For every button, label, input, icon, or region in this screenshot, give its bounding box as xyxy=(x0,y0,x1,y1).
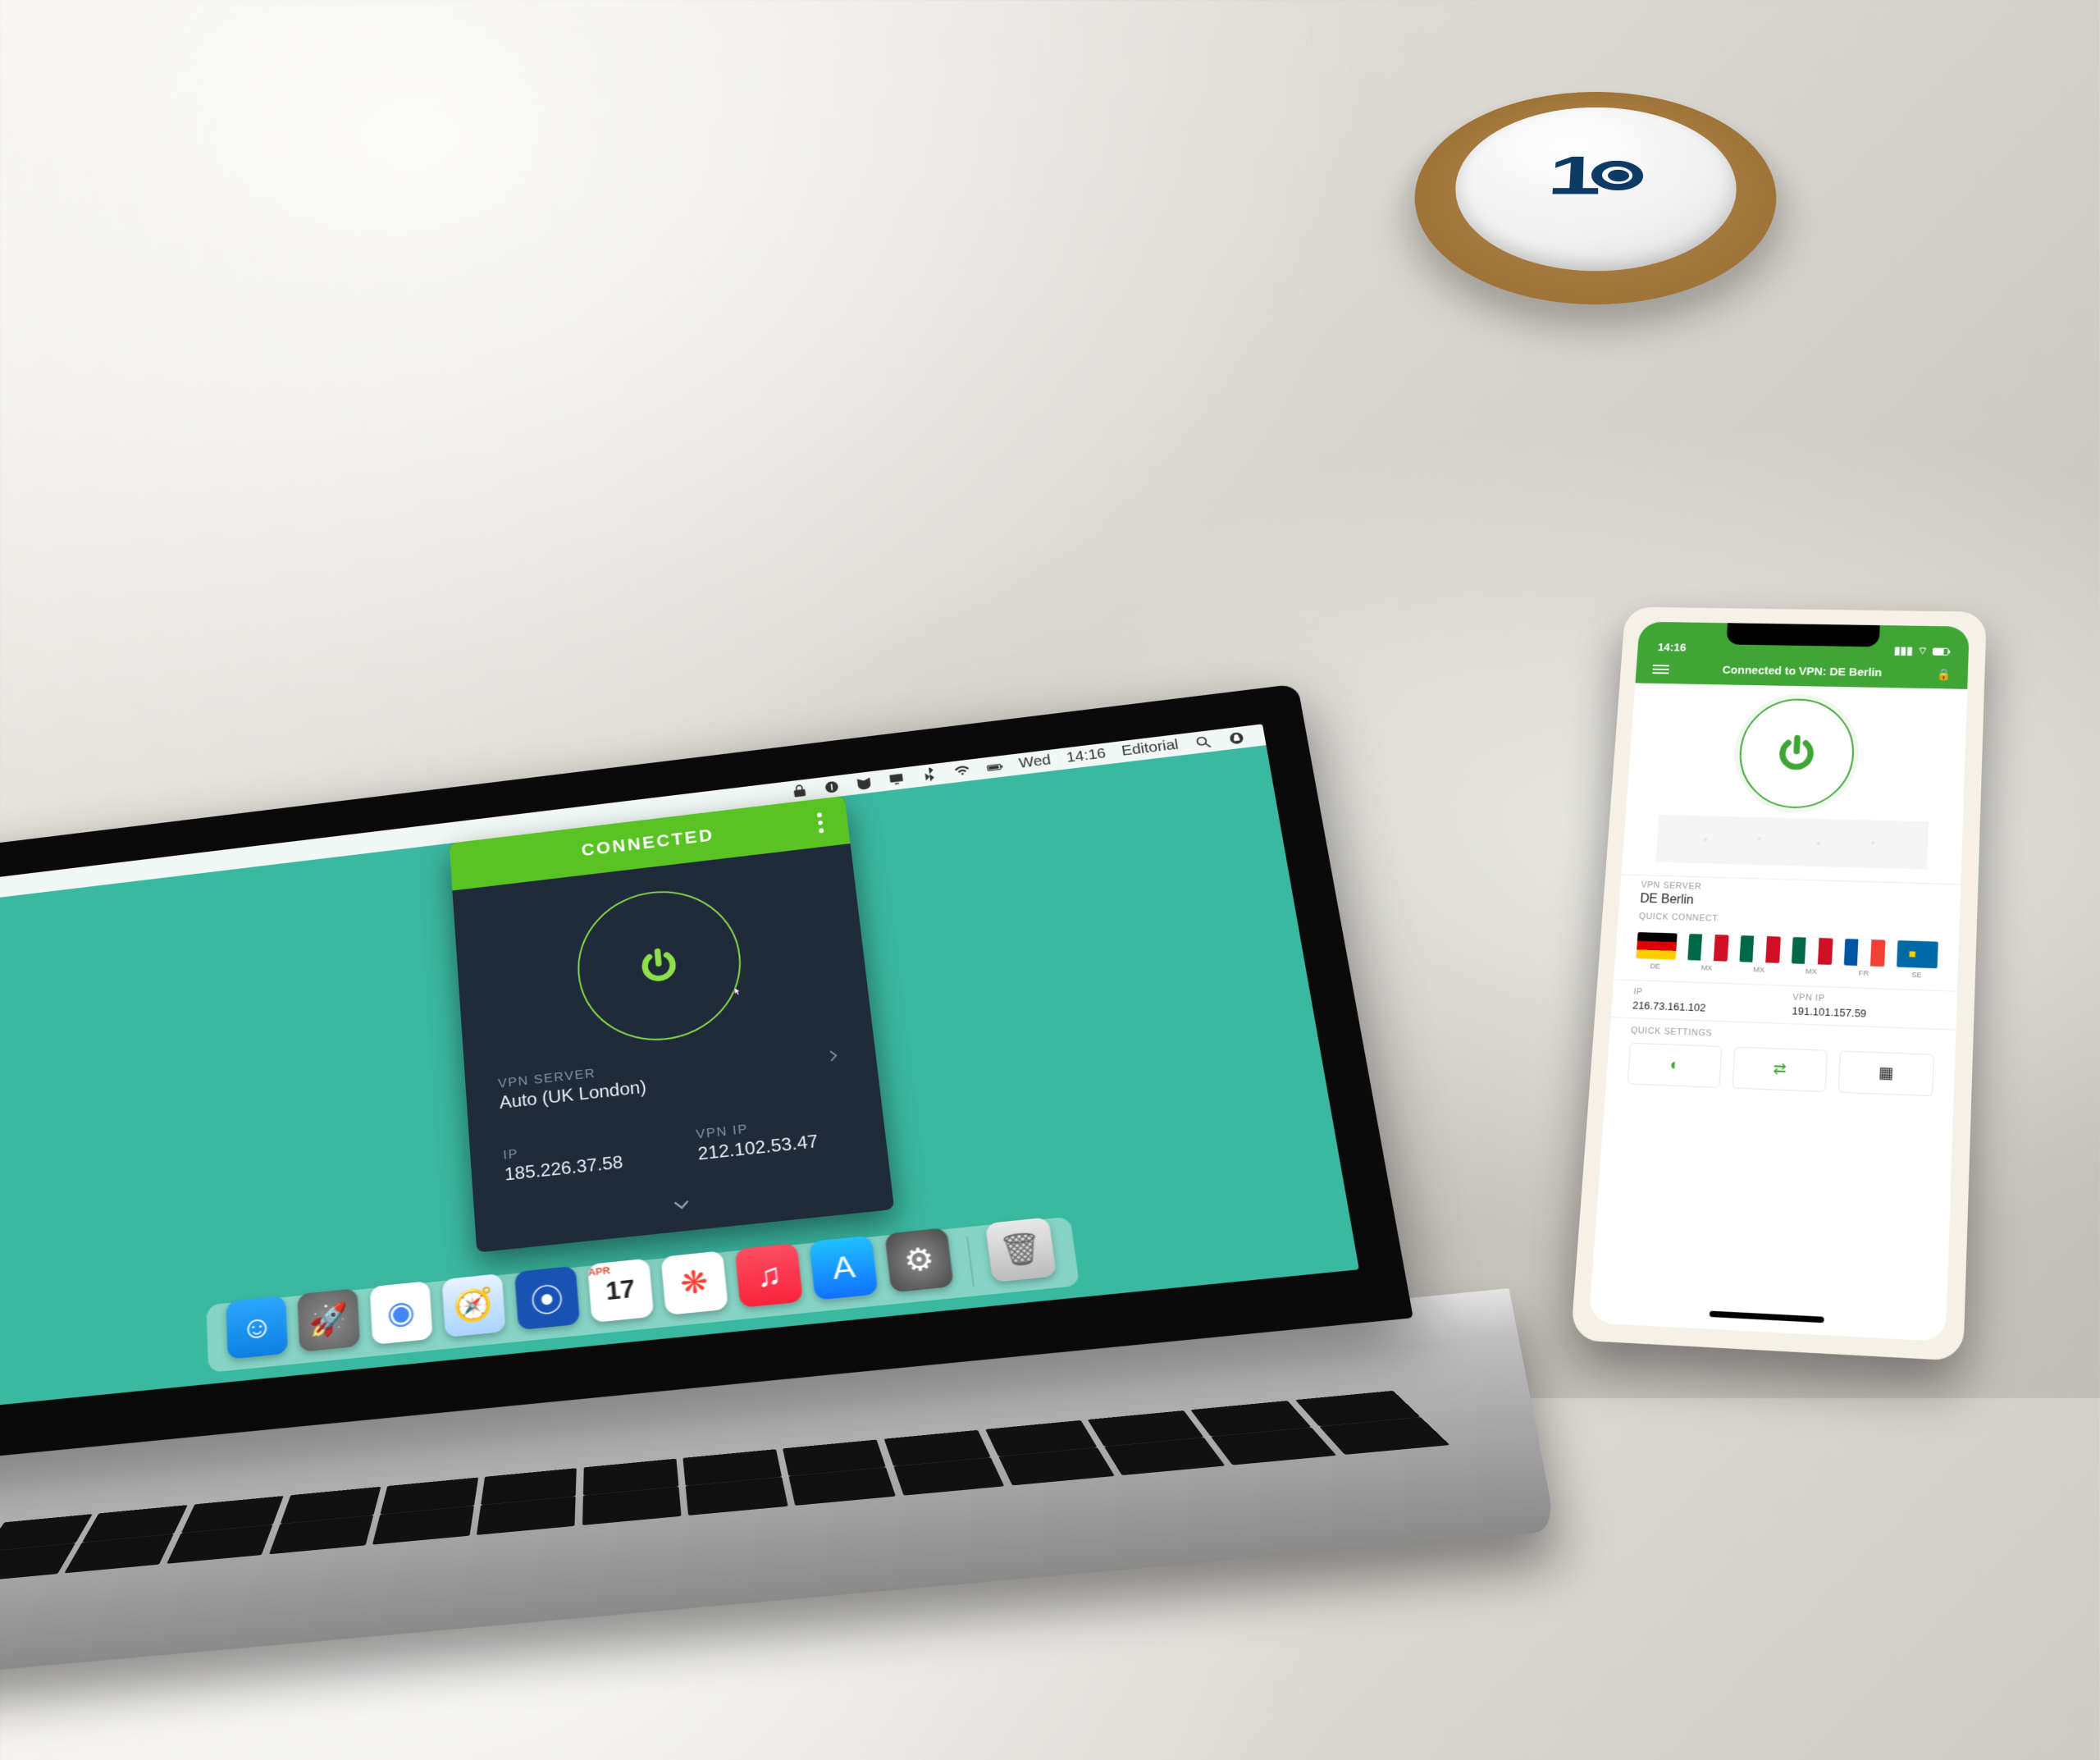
power-icon xyxy=(637,944,682,986)
quick-connect-flag-de[interactable]: de xyxy=(1635,933,1677,971)
quick-settings-section: QUICK SETTINGS ◐ ⇄ ▦ xyxy=(1605,1017,1956,1112)
phone-appbar-lock-icon[interactable]: 🔒 xyxy=(1936,668,1951,682)
menubar-lock-icon[interactable] xyxy=(790,783,809,800)
quick-setting-tile-1[interactable]: ◐ xyxy=(1627,1043,1722,1089)
vpn-power-button[interactable] xyxy=(572,883,748,1049)
chevron-down-icon xyxy=(669,1192,694,1215)
laptop-screen: Wed 14:16 Editorial CONNECTED xyxy=(0,724,1359,1409)
flag-mx-icon xyxy=(1791,938,1833,966)
dock-separator xyxy=(967,1237,975,1287)
dock-app-finder[interactable]: ☺ xyxy=(226,1296,288,1360)
menubar-1password-icon[interactable] xyxy=(822,779,841,796)
flag-cc: fr xyxy=(1858,969,1869,977)
dock-app-photos[interactable]: ❋ xyxy=(661,1250,728,1315)
flag-cc: mx xyxy=(1701,964,1712,972)
mac-dock: ☺🚀◉🧭⦿APR17❋♫A⚙ 🗑 xyxy=(206,1217,1080,1373)
quick-connect-flag-se[interactable]: se xyxy=(1896,941,1938,981)
vpn-status-text: CONNECTED xyxy=(581,826,715,860)
flag-fr-icon xyxy=(1843,939,1885,967)
flag-se-icon xyxy=(1897,941,1938,969)
phone-vpnip-value: 191.101.157.59 xyxy=(1792,1005,1936,1022)
menubar-user[interactable]: Editorial xyxy=(1121,738,1180,760)
flag-cc: mx xyxy=(1805,967,1816,976)
flag-mx-icon xyxy=(1687,935,1729,962)
phone: 14:16 ▮▮▮ ⌔ Connected to VPN: DE Berlin … xyxy=(1570,607,1986,1361)
quick-setting-tile-3[interactable]: ▦ xyxy=(1838,1051,1934,1097)
quick-connect-flag-mx[interactable]: mx xyxy=(1738,936,1780,975)
phone-ip-value: 216.73.161.102 xyxy=(1632,999,1774,1017)
flag-cc: mx xyxy=(1753,966,1764,974)
flag-cc: de xyxy=(1650,962,1660,971)
phone-home-indicator[interactable] xyxy=(1589,1293,1947,1342)
battery-icon xyxy=(1932,648,1948,656)
kebab-menu-icon[interactable] xyxy=(809,811,833,834)
quick-connect-flag-mx[interactable]: mx xyxy=(1687,935,1728,973)
phone-appbar-title: Connected to VPN: DE Berlin xyxy=(1669,664,1937,680)
mug: 1 xyxy=(1416,103,1776,278)
flag-mx-icon xyxy=(1739,936,1781,964)
laptop: Wed 14:16 Editorial CONNECTED xyxy=(0,676,1538,1757)
menubar-battery-icon[interactable] xyxy=(985,759,1004,776)
dock-trash[interactable]: 🗑 xyxy=(985,1217,1057,1282)
signal-icon: ▮▮▮ xyxy=(1893,645,1912,657)
phone-appbar: Connected to VPN: DE Berlin 🔒 xyxy=(1635,655,1968,690)
phone-power-button[interactable] xyxy=(1737,698,1856,810)
dock-app-settings[interactable]: ⚙ xyxy=(884,1227,955,1292)
phone-notch xyxy=(1726,624,1879,647)
flag-de-icon xyxy=(1636,933,1677,960)
chevron-right-icon xyxy=(823,1047,844,1071)
menubar-pia-icon[interactable] xyxy=(1226,729,1246,747)
menubar-bluetooth-icon[interactable] xyxy=(920,766,938,784)
dock-app-calendar[interactable]: APR17 xyxy=(587,1258,654,1322)
menubar-malwarebytes-icon[interactable] xyxy=(855,775,874,792)
world-map-graphic xyxy=(1655,815,1929,870)
dock-app-app-store[interactable]: A xyxy=(810,1236,879,1301)
menubar-wifi-icon[interactable] xyxy=(952,763,971,780)
flag-cc: se xyxy=(1911,971,1922,980)
menubar-display-icon[interactable] xyxy=(888,770,906,788)
menubar-spotlight-icon[interactable] xyxy=(1194,734,1213,751)
menubar-day: Wed xyxy=(1018,752,1052,772)
dock-app-launchpad[interactable]: 🚀 xyxy=(297,1288,360,1352)
dock-app-chrome[interactable]: ◉ xyxy=(369,1281,433,1345)
mug-logo: 1 xyxy=(1545,146,1646,208)
mug-logo-digit: 1 xyxy=(1545,146,1596,208)
wifi-icon: ⌔ xyxy=(1917,645,1929,659)
power-icon xyxy=(1774,733,1819,774)
mug-logo-eye-icon xyxy=(1591,161,1645,190)
quick-connect-flag-fr[interactable]: fr xyxy=(1843,939,1885,979)
quick-connect-flag-mx[interactable]: mx xyxy=(1791,938,1833,976)
menubar-time: 14:16 xyxy=(1066,746,1107,766)
dock-app-1password[interactable]: ⦿ xyxy=(514,1266,580,1330)
vpn-panel: CONNECTED VPN SERVER Auto (UK London) xyxy=(450,796,895,1252)
quick-setting-tile-2[interactable]: ⇄ xyxy=(1732,1047,1828,1093)
dock-app-safari[interactable]: 🧭 xyxy=(441,1273,506,1337)
vpn-body: VPN SERVER Auto (UK London) IP 185.226.3… xyxy=(453,843,889,1204)
phone-screen: 14:16 ▮▮▮ ⌔ Connected to VPN: DE Berlin … xyxy=(1589,622,1970,1342)
hamburger-menu-icon[interactable] xyxy=(1652,665,1669,674)
dock-app-apple-music[interactable]: ♫ xyxy=(735,1243,803,1308)
phone-time: 14:16 xyxy=(1657,642,1687,654)
